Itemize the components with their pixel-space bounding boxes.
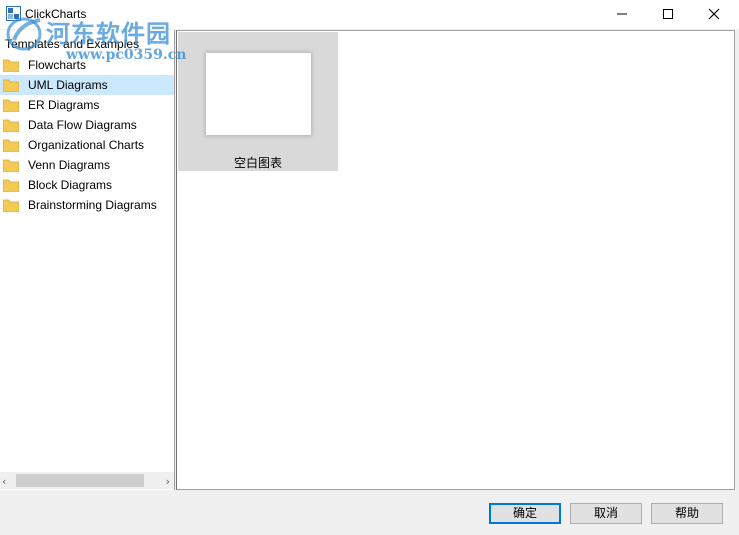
tree-header: Templates and Examples	[5, 37, 140, 51]
tree-item-brainstorming-diagrams[interactable]: Brainstorming Diagrams	[0, 195, 174, 215]
title-bar: ClickCharts	[0, 0, 739, 29]
tree-item-label: Data Flow Diagrams	[28, 118, 137, 132]
tree-item-uml-diagrams[interactable]: UML Diagrams	[0, 75, 174, 95]
folder-icon	[3, 59, 19, 72]
category-tree: Flowcharts UML Diagrams ER Diagrams Data…	[0, 55, 174, 215]
scroll-right-icon[interactable]: ›	[166, 475, 170, 488]
template-card-blank[interactable]: 空白图表	[178, 32, 338, 171]
tree-item-label: Brainstorming Diagrams	[28, 198, 157, 212]
scrollbar-thumb[interactable]	[16, 474, 144, 487]
cancel-button[interactable]: 取消	[570, 503, 642, 524]
tree-item-venn-diagrams[interactable]: Venn Diagrams	[0, 155, 174, 175]
folder-icon	[3, 79, 19, 92]
tree-item-flowcharts[interactable]: Flowcharts	[0, 55, 174, 75]
template-label: 空白图表	[233, 156, 282, 170]
close-button[interactable]	[691, 0, 737, 29]
horizontal-scrollbar[interactable]: ‹ ›	[0, 472, 174, 489]
tree-item-label: Block Diagrams	[28, 178, 113, 192]
tree-item-data-flow-diagrams[interactable]: Data Flow Diagrams	[0, 115, 174, 135]
tree-item-organizational-charts[interactable]: Organizational Charts	[0, 135, 174, 155]
minimize-button[interactable]	[599, 0, 645, 29]
clickcharts-app-icon	[6, 6, 21, 21]
scroll-left-icon[interactable]: ‹	[2, 475, 6, 488]
close-icon	[708, 8, 720, 20]
window-title: ClickCharts	[25, 7, 87, 21]
tree-item-label: UML Diagrams	[28, 78, 108, 92]
folder-icon	[3, 159, 19, 172]
maximize-icon	[663, 9, 673, 19]
folder-icon	[3, 99, 19, 112]
folder-icon	[3, 179, 19, 192]
tree-item-label: Flowcharts	[28, 58, 87, 72]
dialog-button-bar: 确定 取消 帮助	[0, 491, 739, 535]
template-thumbnail	[206, 53, 311, 135]
template-gallery: 空白图表	[176, 30, 735, 490]
minimize-icon	[617, 13, 627, 15]
template-category-panel: Templates and Examples Flowcharts UML Di…	[0, 30, 175, 490]
folder-icon	[3, 139, 19, 152]
folder-icon	[3, 199, 19, 212]
ok-button[interactable]: 确定	[489, 503, 561, 524]
help-button[interactable]: 帮助	[651, 503, 723, 524]
tree-item-label: Organizational Charts	[28, 138, 145, 152]
tree-item-er-diagrams[interactable]: ER Diagrams	[0, 95, 174, 115]
tree-item-label: Venn Diagrams	[28, 158, 111, 172]
tree-item-label: ER Diagrams	[28, 98, 100, 112]
tree-item-block-diagrams[interactable]: Block Diagrams	[0, 175, 174, 195]
maximize-button[interactable]	[645, 0, 691, 29]
folder-icon	[3, 119, 19, 132]
